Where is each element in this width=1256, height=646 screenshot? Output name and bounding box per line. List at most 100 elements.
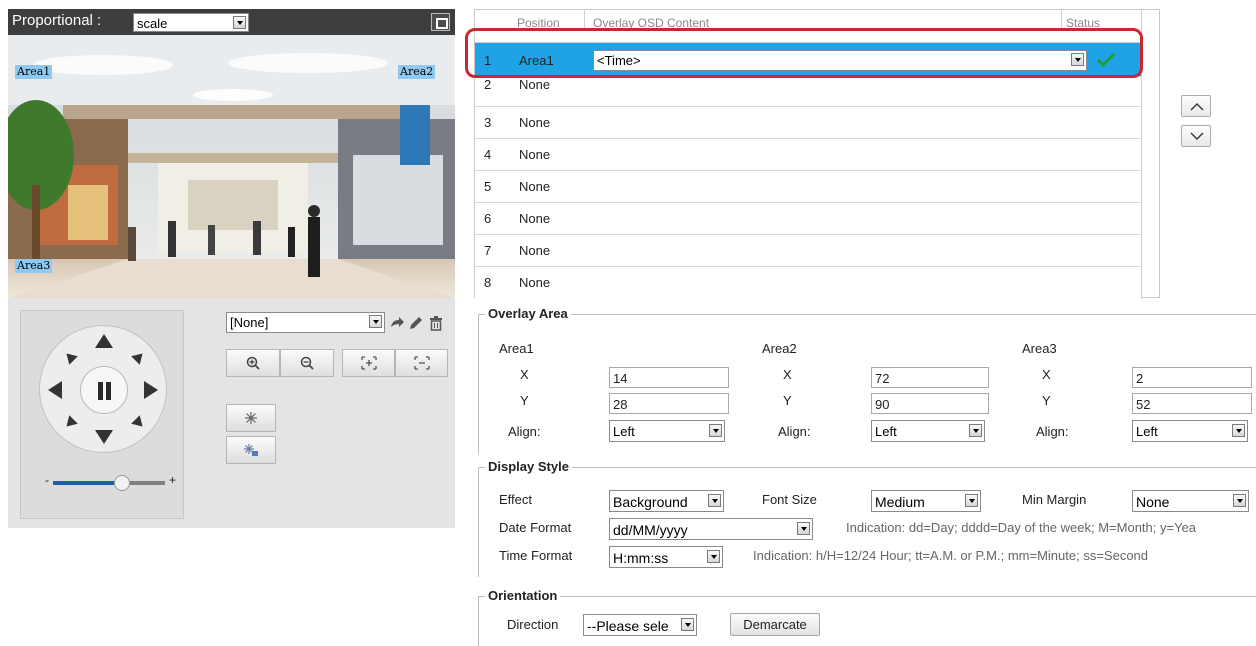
demarcate-button[interactable]: Demarcate (730, 613, 820, 636)
speed-slider-handle[interactable] (114, 475, 130, 491)
orientation-title: Orientation (485, 588, 561, 603)
time-format-hint: Indication: h/H=12/24 Hour; tt=A.M. or P… (753, 548, 1149, 563)
area1-align-label: Align: (508, 424, 541, 439)
area1-align-dropdown[interactable]: Left (609, 420, 725, 442)
area2-y-label: Y (783, 393, 792, 408)
video-stream[interactable]: Area1 Area2 Area3 (8, 35, 455, 298)
table-row[interactable]: 4 None (475, 139, 1141, 171)
speed-slider-fill (53, 481, 122, 485)
area3-y-input[interactable]: 52 (1132, 393, 1252, 414)
font-size-value: Medium (875, 494, 925, 510)
move-down-button[interactable] (1181, 125, 1211, 147)
pan-down-right-button[interactable] (131, 415, 147, 431)
direction-value: --Please sele (587, 618, 669, 634)
row-position: None (519, 179, 551, 194)
area3-y-label: Y (1042, 393, 1051, 408)
table-row[interactable]: 7 None (475, 235, 1141, 267)
focus-far-icon (413, 356, 430, 370)
scale-dropdown[interactable]: scale (133, 13, 249, 32)
row-number: 7 (484, 243, 492, 258)
date-format-dropdown[interactable]: dd/MM/yyyy (609, 518, 813, 540)
row-number: 5 (484, 179, 492, 194)
ptz-direction-ring (39, 325, 167, 453)
pan-down-button[interactable] (95, 430, 113, 444)
pan-up-left-button[interactable] (62, 349, 78, 365)
video-preview-panel: Proportional : scale Area1 Area2 Area3 (8, 9, 455, 298)
zoom-plus-label: + (169, 473, 177, 487)
direction-dropdown[interactable]: --Please sele (583, 614, 697, 636)
wiper-off-button[interactable] (226, 436, 276, 464)
overlay-area-section: Overlay Area Area1 X 14 Y 28 Align: Left… (478, 306, 1256, 454)
osd-area3-tag[interactable]: Area3 (15, 259, 53, 273)
osd-area1-tag[interactable]: Area1 (15, 65, 53, 79)
chevron-up-icon (1190, 103, 1204, 111)
area3-x-label: X (1042, 367, 1051, 382)
focus-near-button[interactable] (342, 349, 395, 377)
chevron-down-icon (709, 424, 722, 437)
date-format-hint: Indication: dd=Day; dddd=Day of the week… (846, 520, 1197, 535)
date-format-value: dd/MM/yyyy (613, 522, 688, 538)
area1-align-value: Left (613, 424, 635, 439)
min-margin-label: Min Margin (1022, 492, 1087, 507)
area2-label: Area2 (762, 341, 797, 356)
snowflake-icon (245, 412, 257, 424)
table-row[interactable]: 2 None (475, 77, 1141, 107)
effect-label: Effect (499, 492, 533, 507)
chevron-down-icon (965, 494, 978, 507)
table-row[interactable]: 5 None (475, 171, 1141, 203)
effect-dropdown[interactable]: Background (609, 490, 724, 512)
area2-align-dropdown[interactable]: Left (871, 420, 985, 442)
preset-dropdown[interactable]: [None] (226, 312, 385, 333)
pan-left-button[interactable] (48, 381, 62, 399)
time-format-label: Time Format (499, 548, 573, 563)
area1-x-input[interactable]: 14 (609, 367, 729, 388)
font-size-label: Font Size (762, 492, 817, 507)
zoom-in-icon (246, 356, 260, 370)
ptz-control-panel: - + [None] (8, 298, 455, 528)
area3-x-input[interactable]: 2 (1132, 367, 1252, 388)
row-position: None (519, 147, 551, 162)
chevron-down-icon (233, 16, 246, 29)
zoom-out-button[interactable] (280, 349, 334, 377)
table-row[interactable]: 3 None (475, 107, 1141, 139)
area3-align-dropdown[interactable]: Left (1132, 420, 1248, 442)
row-position: None (519, 211, 551, 226)
zoom-out-icon (300, 356, 314, 370)
pause-button[interactable] (80, 366, 128, 414)
focus-far-button[interactable] (395, 349, 448, 377)
row-number: 2 (484, 77, 492, 92)
pan-right-button[interactable] (144, 381, 158, 399)
pan-up-button[interactable] (95, 334, 113, 348)
pan-up-right-button[interactable] (131, 349, 147, 365)
area2-y-input[interactable]: 90 (871, 393, 989, 414)
zoom-in-button[interactable] (226, 349, 280, 377)
min-margin-dropdown[interactable]: None (1132, 490, 1249, 512)
table-row[interactable]: 8 None (475, 267, 1141, 299)
pan-down-left-button[interactable] (62, 415, 78, 431)
row-number: 6 (484, 211, 492, 226)
delete-preset-icon[interactable] (428, 315, 444, 331)
font-size-dropdown[interactable]: Medium (871, 490, 981, 512)
chevron-down-icon (369, 315, 382, 328)
edit-preset-icon[interactable] (408, 315, 424, 331)
area3-label: Area3 (1022, 341, 1057, 356)
chevron-down-icon (1232, 424, 1245, 437)
chevron-down-icon (797, 522, 810, 535)
goto-preset-icon[interactable] (389, 315, 405, 331)
area2-x-input[interactable]: 72 (871, 367, 989, 388)
date-format-label: Date Format (499, 520, 572, 535)
osd-area2-tag[interactable]: Area2 (398, 65, 436, 79)
time-format-dropdown[interactable]: H:mm:ss (609, 546, 723, 568)
table-row[interactable]: 6 None (475, 203, 1141, 235)
fullscreen-button[interactable] (431, 13, 450, 31)
row-number: 3 (484, 115, 492, 130)
area1-y-label: Y (520, 393, 529, 408)
effect-value: Background (613, 494, 688, 510)
row-position: None (519, 275, 551, 290)
area1-x-label: X (520, 367, 529, 382)
area1-y-input[interactable]: 28 (609, 393, 729, 414)
wiper-button[interactable] (226, 404, 276, 432)
move-up-button[interactable] (1181, 95, 1211, 117)
area2-align-label: Align: (778, 424, 811, 439)
chevron-down-icon (1233, 494, 1246, 507)
